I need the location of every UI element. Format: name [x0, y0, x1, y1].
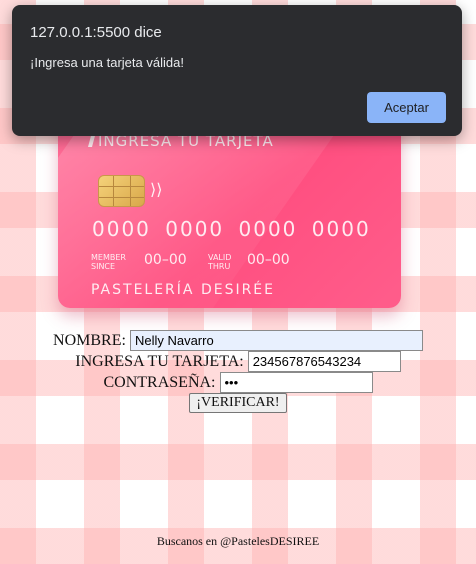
alert-message: ¡Ingresa una tarjeta válida!	[30, 55, 184, 70]
password-label: CONTRASEÑA:	[103, 373, 216, 391]
chip-icon	[98, 175, 145, 207]
member-since-value: 00–00	[144, 252, 187, 268]
alert-ok-button[interactable]: Aceptar	[367, 92, 446, 123]
card-number-input[interactable]	[247, 351, 401, 372]
member-label-line2: SINCE	[91, 262, 116, 271]
name-row: NOMBRE:	[0, 330, 476, 351]
member-label-line1: MEMBER	[91, 253, 126, 262]
valid-thru-label: VALID THRU	[208, 253, 231, 271]
card-row: INGRESA TU TARJETA:	[0, 351, 476, 372]
member-since-label: MEMBER SINCE	[91, 253, 126, 271]
alert-origin: 127.0.0.1:5500 dice	[30, 24, 162, 41]
card-number: 0000 0000 0000 0000	[92, 217, 371, 241]
card-brand: PASTELERÍA DESIRÉE	[91, 282, 275, 298]
alert-dialog: 127.0.0.1:5500 dice ¡Ingresa una tarjeta…	[12, 5, 462, 136]
valid-label-line2: THRU	[208, 262, 231, 271]
valid-thru-value: 00–00	[247, 252, 290, 268]
name-label: NOMBRE:	[53, 331, 126, 349]
verify-button[interactable]: ¡VERIFICAR!	[189, 393, 287, 413]
password-row: CONTRASEÑA:	[0, 372, 476, 393]
footer-text: Buscanos en @PastelesDESIREE	[156, 534, 320, 548]
name-input[interactable]	[129, 330, 423, 351]
verify-row: ¡VERIFICAR!	[0, 393, 476, 413]
password-input[interactable]	[219, 372, 373, 393]
contactless-icon: ⟩⟩	[150, 180, 163, 199]
valid-label-line1: VALID	[208, 253, 232, 262]
card-number-label: INGRESA TU TARJETA:	[75, 352, 244, 370]
